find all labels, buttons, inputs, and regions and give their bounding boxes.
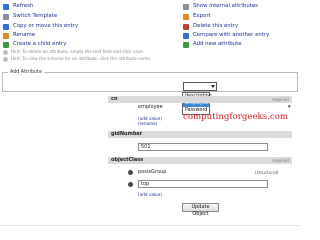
value-info-icon[interactable] [128, 182, 133, 187]
template-icon [3, 13, 9, 20]
add-attribute-link[interactable]: Add new attribute [193, 41, 242, 48]
compare-action[interactable]: Compare with another entry [183, 32, 269, 39]
gidnumber-attribute-header: gidNumber [108, 131, 292, 138]
cn-menu-icon[interactable]: ▾ [288, 104, 291, 111]
add-attribute-fieldset: Add Attribute [2, 69, 298, 92]
value-info-icon[interactable] [128, 170, 133, 175]
cn-rename-link[interactable]: (rename) [138, 121, 157, 126]
compare-link[interactable]: Compare with another entry [193, 32, 269, 39]
create-child-link[interactable]: Create a child entry [13, 41, 66, 48]
entry-actions: Refresh Switch Template Copy or move thi… [0, 0, 300, 62]
copy-icon [3, 23, 9, 30]
delete-icon [183, 23, 189, 30]
copy-move-action[interactable]: Copy or move this entry [3, 23, 78, 30]
delete-entry-link[interactable]: Delete this entry [193, 23, 238, 30]
objectclass-required-badge: required [272, 158, 289, 163]
create-child-icon [3, 41, 9, 48]
export-icon [183, 13, 189, 20]
site-watermark: computingforgeeks.com [183, 112, 289, 122]
cn-required-badge: required [272, 97, 289, 102]
divider [0, 225, 300, 226]
objectclass-value: posixGroup [138, 169, 167, 175]
add-attribute-action[interactable]: Add new attribute [183, 41, 242, 48]
refresh-link[interactable]: Refresh [13, 3, 33, 10]
cn-value: employee [138, 104, 163, 110]
create-child-action[interactable]: Create a child entry [3, 41, 66, 48]
cn-attribute-name[interactable]: cn [111, 96, 118, 103]
compare-icon [183, 32, 189, 39]
chevron-down-icon [211, 85, 215, 88]
gidnumber-attribute-name[interactable]: gidNumber [111, 131, 142, 138]
objectclass-add-value-link[interactable]: (add value) [138, 192, 162, 197]
schema-hint: Hint: To view the schema for an attribut… [3, 56, 151, 62]
internal-attributes-icon [183, 3, 189, 10]
structural-label: (structural) [255, 170, 279, 175]
add-attribute-icon [183, 41, 189, 48]
gidnumber-input[interactable]: 501 [138, 143, 268, 151]
update-object-button[interactable]: Update Object [182, 203, 219, 217]
export-link[interactable]: Export [193, 13, 211, 20]
cn-attribute-header: cn required [108, 96, 292, 103]
objectclass-attribute-header: objectClass required [108, 157, 292, 164]
objectclass-attribute-name[interactable]: objectClass [111, 157, 143, 164]
refresh-icon [3, 3, 9, 10]
attribute-select[interactable] [183, 82, 217, 91]
hint-icon [3, 56, 8, 62]
delete-entry-action[interactable]: Delete this entry [183, 23, 238, 30]
rename-link[interactable]: Rename [13, 32, 35, 39]
rename-action[interactable]: Rename [3, 32, 35, 39]
delete-hint: Hint: To delete an attribute, empty the … [3, 49, 144, 55]
copy-move-link[interactable]: Copy or move this entry [13, 23, 78, 30]
rename-icon [3, 32, 9, 39]
switch-template-action[interactable]: Switch Template [3, 13, 57, 20]
add-attribute-legend: Add Attribute [8, 69, 44, 76]
delete-hint-text: Hint: To delete an attribute, empty the … [11, 49, 145, 54]
switch-template-link[interactable]: Switch Template [13, 13, 57, 20]
objectclass-input[interactable]: top [138, 180, 268, 188]
internal-attributes-link[interactable]: Show internal attributes [193, 3, 258, 10]
refresh-action[interactable]: Refresh [3, 3, 33, 10]
internal-attributes-action[interactable]: Show internal attributes [183, 3, 258, 10]
hint-icon [3, 49, 8, 55]
export-action[interactable]: Export [183, 13, 211, 20]
schema-hint-text: Hint: To view the schema for an attribut… [11, 56, 152, 61]
